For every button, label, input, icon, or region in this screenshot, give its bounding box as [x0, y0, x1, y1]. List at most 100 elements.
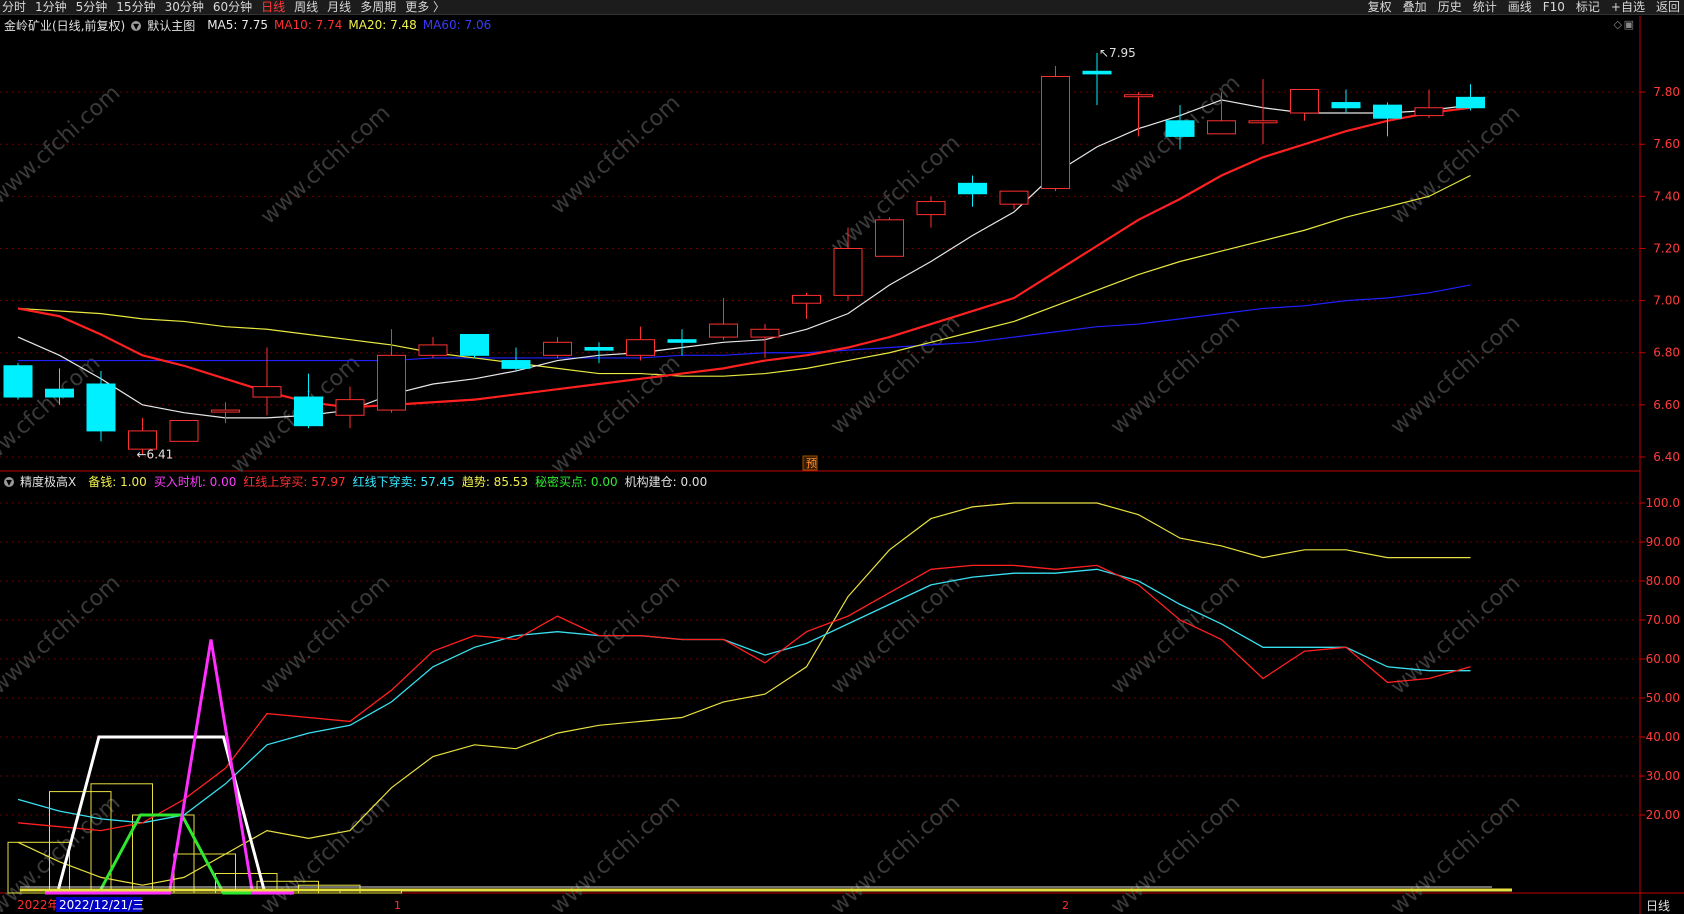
- candle-10: [418, 337, 448, 358]
- candle-body: [667, 339, 697, 343]
- candle-body: [584, 347, 614, 351]
- candle-body: [3, 365, 33, 398]
- watermark-text: www.cfchi.com: [1106, 791, 1245, 914]
- watermark-text: www.cfchi.com: [1106, 311, 1245, 440]
- candle-32: [1331, 89, 1361, 113]
- candle-12: [501, 347, 531, 371]
- candle-4: [169, 419, 199, 442]
- candle-body: [792, 294, 821, 304]
- candle-8: [335, 386, 365, 429]
- watermark-text: www.cfchi.com: [1386, 791, 1525, 914]
- watermark-text: www.cfchi.com: [826, 311, 965, 440]
- price-tick-label: 7.40: [1653, 189, 1680, 203]
- watermark-text: www.cfchi.com: [256, 101, 395, 230]
- watermark-text: www.cfchi.com: [546, 91, 685, 220]
- candle-body: [709, 323, 738, 338]
- high-label: ↖7.95: [1099, 46, 1136, 60]
- candle-24: [999, 190, 1029, 210]
- price-tick-label: 6.40: [1653, 450, 1680, 464]
- candle-23: [958, 175, 987, 207]
- candle-body: [377, 354, 406, 411]
- candle-body: [1331, 102, 1361, 109]
- candle-9: [377, 329, 406, 413]
- candle-body: [169, 419, 199, 442]
- candle-21: [875, 217, 904, 257]
- price-tick-label: 7.80: [1653, 85, 1680, 99]
- price-tick-label: 7.60: [1653, 137, 1680, 151]
- candle-body: [1124, 94, 1153, 98]
- candle-body: [211, 409, 240, 413]
- candle-body: [999, 190, 1029, 205]
- watermark-text: www.cfchi.com: [1386, 101, 1525, 230]
- candle-16: [667, 329, 697, 356]
- ind-tick-label: 100.0: [1646, 496, 1680, 510]
- candle-body: [626, 339, 655, 356]
- candle-body: [1165, 120, 1195, 137]
- candle-body: [418, 344, 448, 356]
- candle-26: [1082, 53, 1112, 106]
- buy-time-line: [44, 639, 294, 895]
- candle-body: [1082, 70, 1112, 75]
- price-tick-label: 6.80: [1653, 346, 1680, 360]
- candle-body: [750, 328, 780, 338]
- watermark-text: www.cfchi.com: [546, 791, 685, 914]
- watermark-text: www.cfchi.com: [0, 571, 125, 700]
- ind-tick-label: 70.00: [1646, 613, 1680, 627]
- candle-25: [1041, 66, 1070, 192]
- watermark-text: www.cfchi.com: [256, 791, 395, 914]
- low-label: ←6.41: [137, 447, 174, 461]
- watermark-text: www.cfchi.com: [256, 571, 395, 700]
- ma5-line: [17, 99, 1471, 419]
- candle-body: [875, 219, 904, 257]
- watermark-text: www.cfchi.com: [0, 81, 125, 210]
- candle-body: [833, 247, 863, 296]
- candle-5: [211, 402, 240, 424]
- candle-body: [252, 386, 282, 398]
- year-label: 2022年: [17, 898, 60, 912]
- ind-tick-label: 30.00: [1646, 769, 1680, 783]
- candle-34: [1414, 89, 1444, 119]
- candle-27: [1124, 92, 1153, 137]
- watermark-text: www.cfchi.com: [1106, 571, 1245, 700]
- ind-tick-label: 80.00: [1646, 574, 1680, 588]
- ind-tick-label: 60.00: [1646, 652, 1680, 666]
- candle-30: [1248, 79, 1278, 145]
- watermark-text: www.cfchi.com: [0, 791, 125, 914]
- date-cursor-label: 2022/12/21/三: [59, 898, 144, 912]
- candle-body: [543, 341, 572, 356]
- ma20-line: [17, 174, 1471, 377]
- price-tick-label: 7.00: [1653, 294, 1680, 308]
- candle-body: [501, 360, 531, 369]
- month-1-label: 1: [394, 899, 401, 912]
- candle-body: [335, 399, 365, 416]
- candle-body: [294, 396, 323, 427]
- price-tick-label: 7.20: [1653, 241, 1680, 255]
- watermark-text: www.cfchi.com: [826, 791, 965, 914]
- ind-tick-label: 90.00: [1646, 535, 1680, 549]
- ind-tick-label: 40.00: [1646, 730, 1680, 744]
- watermark-text: www.cfchi.com: [826, 571, 965, 700]
- candle-body: [1414, 107, 1444, 117]
- candle-11: [460, 333, 489, 358]
- candle-22: [916, 196, 946, 228]
- candle-body: [1373, 104, 1402, 119]
- period-label: 日线: [1646, 899, 1670, 913]
- candle-body: [1290, 89, 1319, 114]
- kline-chart[interactable]: 7.80 7.60 7.40 7.20 7.00 6.80 6.60 6.40 100.0 90.…: [0, 0, 1684, 914]
- ind-tick-label: 50.00: [1646, 691, 1680, 705]
- candle-body: [916, 201, 946, 216]
- candle-body: [45, 388, 74, 398]
- ind-tick-label: 20.00: [1646, 808, 1680, 822]
- candle-body: [1207, 120, 1236, 135]
- candle-17: [709, 298, 738, 340]
- candle-body: [958, 182, 987, 195]
- candle-15: [626, 326, 655, 361]
- candle-35: [1456, 84, 1485, 111]
- candle-body: [1041, 75, 1070, 190]
- pre-label: 预: [806, 457, 817, 470]
- candle-13: [543, 337, 572, 358]
- candle-body: [1248, 120, 1278, 124]
- month-2-label: 2: [1062, 899, 1069, 912]
- candle-31: [1290, 89, 1319, 121]
- candle-body: [86, 383, 116, 432]
